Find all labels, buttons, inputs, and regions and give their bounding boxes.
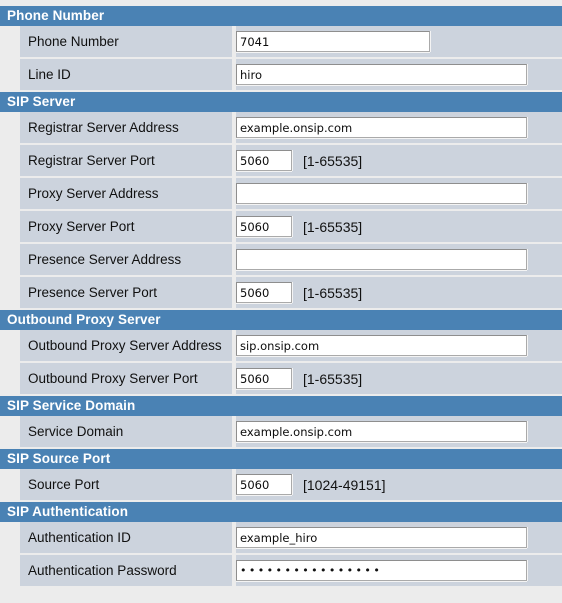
field-value-cell: 5060 [1-65535]: [236, 145, 562, 176]
input-proxy-server-address[interactable]: [236, 183, 527, 204]
section-sip-authentication: SIP Authentication Authentication ID examp…: [0, 502, 562, 588]
field-value-cell: [236, 244, 562, 275]
field-value-cell: example.onsip.com: [236, 112, 562, 143]
form-row: Presence Server Address: [0, 244, 562, 277]
section-header-phone-number: Phone Number: [0, 6, 562, 26]
form-row: Presence Server Port 5060 [1-65535]: [0, 277, 562, 310]
input-presence-server-address[interactable]: [236, 249, 527, 270]
field-value-cell: ••••••••••••••••: [236, 555, 562, 586]
field-label-registrar-server-address: Registrar Server Address: [20, 112, 236, 143]
input-outbound-proxy-server-port[interactable]: 5060: [236, 368, 292, 389]
field-value-cell: 5060 [1-65535]: [236, 211, 562, 242]
field-label-outbound-proxy-server-address: Outbound Proxy Server Address: [20, 330, 236, 361]
section-sip-service-domain: SIP Service Domain Service Domain example.…: [0, 396, 562, 449]
field-label-proxy-server-address: Proxy Server Address: [20, 178, 236, 209]
form-row: Service Domain example.onsip.com: [0, 416, 562, 449]
form-row: Phone Number 7041: [0, 26, 562, 59]
form-row: Authentication ID example_hiro: [0, 522, 562, 555]
field-label-proxy-server-port: Proxy Server Port: [20, 211, 236, 242]
field-value-cell: example_hiro: [236, 522, 562, 553]
field-value-cell: 5060 [1-65535]: [236, 363, 562, 394]
section-header-sip-authentication: SIP Authentication: [0, 502, 562, 522]
field-label-outbound-proxy-server-port: Outbound Proxy Server Port: [20, 363, 236, 394]
input-registrar-server-port[interactable]: 5060: [236, 150, 292, 171]
input-proxy-server-port[interactable]: 5060: [236, 216, 292, 237]
section-sip-source-port: SIP Source Port Source Port 5060 [1024-4915…: [0, 449, 562, 502]
row-indent-spacer: [0, 330, 20, 361]
form-row: Outbound Proxy Server Port 5060 [1-65535]: [0, 363, 562, 396]
field-value-cell: example.onsip.com: [236, 416, 562, 447]
row-indent-spacer: [0, 555, 20, 586]
row-indent-spacer: [0, 363, 20, 394]
section-phone-number: Phone Number Phone Number 7041 Line ID hiro: [0, 6, 562, 92]
input-line-id[interactable]: hiro: [236, 64, 527, 85]
range-hint-proxy-server-port: [1-65535]: [303, 218, 363, 235]
field-value-cell: sip.onsip.com: [236, 330, 562, 361]
section-header-sip-service-domain: SIP Service Domain: [0, 396, 562, 416]
section-outbound-proxy-server: Outbound Proxy Server Outbound Proxy Serv…: [0, 310, 562, 396]
field-label-service-domain: Service Domain: [20, 416, 236, 447]
form-row: Line ID hiro: [0, 59, 562, 92]
input-authentication-id[interactable]: example_hiro: [236, 527, 527, 548]
row-indent-spacer: [0, 277, 20, 308]
row-indent-spacer: [0, 211, 20, 242]
sip-settings-form: Phone Number Phone Number 7041 Line ID hiro S…: [0, 0, 562, 588]
form-row: Proxy Server Address: [0, 178, 562, 211]
section-header-sip-source-port: SIP Source Port: [0, 449, 562, 469]
form-row: Registrar Server Address example.onsip.co…: [0, 112, 562, 145]
field-value-cell: 7041: [236, 26, 562, 57]
field-value-cell: [236, 178, 562, 209]
input-presence-server-port[interactable]: 5060: [236, 282, 292, 303]
input-service-domain[interactable]: example.onsip.com: [236, 421, 527, 442]
form-row: Authentication Password ••••••••••••••••: [0, 555, 562, 588]
input-outbound-proxy-server-address[interactable]: sip.onsip.com: [236, 335, 527, 356]
input-registrar-server-address[interactable]: example.onsip.com: [236, 117, 527, 138]
range-hint-source-port: [1024-49151]: [303, 476, 386, 493]
row-indent-spacer: [0, 112, 20, 143]
range-hint-registrar-server-port: [1-65535]: [303, 152, 363, 169]
range-hint-presence-server-port: [1-65535]: [303, 284, 363, 301]
input-source-port[interactable]: 5060: [236, 474, 292, 495]
input-authentication-password[interactable]: ••••••••••••••••: [236, 560, 527, 581]
form-row: Outbound Proxy Server Address sip.onsip.c…: [0, 330, 562, 363]
form-row: Source Port 5060 [1024-49151]: [0, 469, 562, 502]
section-sip-server: SIP Server Registrar Server Address exampl…: [0, 92, 562, 310]
row-indent-spacer: [0, 244, 20, 275]
field-label-phone-number: Phone Number: [20, 26, 236, 57]
field-label-line-id: Line ID: [20, 59, 236, 90]
field-label-registrar-server-port: Registrar Server Port: [20, 145, 236, 176]
row-indent-spacer: [0, 469, 20, 500]
row-indent-spacer: [0, 522, 20, 553]
row-indent-spacer: [0, 145, 20, 176]
form-row: Registrar Server Port 5060 [1-65535]: [0, 145, 562, 178]
field-label-presence-server-address: Presence Server Address: [20, 244, 236, 275]
section-header-sip-server: SIP Server: [0, 92, 562, 112]
row-indent-spacer: [0, 178, 20, 209]
form-row: Proxy Server Port 5060 [1-65535]: [0, 211, 562, 244]
row-indent-spacer: [0, 416, 20, 447]
field-label-authentication-password: Authentication Password: [20, 555, 236, 586]
row-indent-spacer: [0, 26, 20, 57]
section-header-outbound-proxy-server: Outbound Proxy Server: [0, 310, 562, 330]
input-phone-number[interactable]: 7041: [236, 31, 430, 52]
field-label-authentication-id: Authentication ID: [20, 522, 236, 553]
range-hint-outbound-proxy-server-port: [1-65535]: [303, 370, 363, 387]
field-value-cell: hiro: [236, 59, 562, 90]
row-indent-spacer: [0, 59, 20, 90]
field-label-source-port: Source Port: [20, 469, 236, 500]
field-value-cell: 5060 [1024-49151]: [236, 469, 562, 500]
field-value-cell: 5060 [1-65535]: [236, 277, 562, 308]
field-label-presence-server-port: Presence Server Port: [20, 277, 236, 308]
